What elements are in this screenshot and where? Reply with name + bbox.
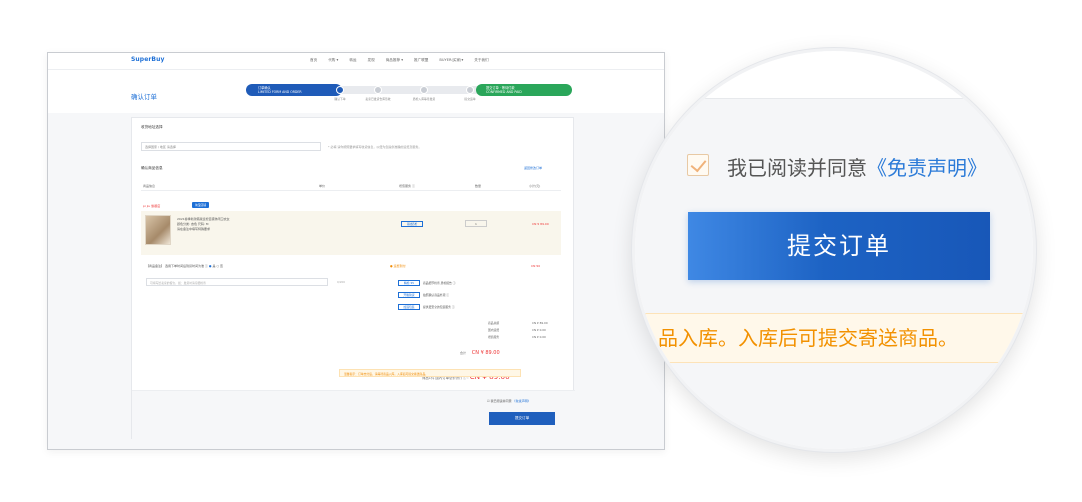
item-price: CN ¥ 89.00	[532, 222, 549, 226]
step-dot	[466, 86, 474, 94]
nav-item[interactable]: 首页	[310, 58, 317, 63]
order-footer: ☑ 我已阅读并同意 《免责声明》 提交订单	[132, 390, 575, 440]
progress-steps: 订单确认 LIMITED FORM AND ORDER 提交订单 · 等待付款 …	[246, 82, 572, 101]
step-done-sub: CONFIRMED AND PAID	[486, 90, 522, 94]
col-header: 商品信息	[143, 184, 156, 188]
nav-item[interactable]: 推广联盟	[414, 58, 428, 63]
country-select[interactable]: 选择国家 / 地区 请选择	[141, 142, 321, 151]
magnifier-circle: 我已阅读并同意《免责声明》 提交订单 品入库。入库后可提交寄送商品。	[632, 48, 1036, 452]
summary-label: 商品总额	[488, 321, 500, 325]
step-dot	[336, 86, 344, 94]
product-table-header: 商品信息 单价 增值服务 ⓘ 数量 小计(元)	[141, 183, 561, 191]
product-thumbnail[interactable]	[145, 215, 171, 245]
service-text: 提供更安全的包装服务 ⓘ	[423, 305, 455, 309]
delivery-hint: * 必填 请你按照要求填写收货信息，以便为您提供准确的运费及服务。	[328, 145, 422, 149]
remark-input[interactable]: 可填写给卖家的留言，如：发货时请仔细检查	[146, 278, 328, 286]
step-dot	[374, 86, 382, 94]
service-text: 商品细节检查 质检报告 ⓘ	[423, 281, 456, 285]
submit-order-button-small[interactable]: 提交订单	[489, 412, 555, 425]
site-logo[interactable]: SuperBuy	[131, 56, 164, 63]
summary-value: CN ¥ 89.00	[532, 321, 548, 325]
subtotal-label: 合计	[460, 351, 467, 355]
service-box[interactable]: 开箱验货	[398, 292, 420, 298]
subtotal: 合计 CN ¥ 89.00	[460, 350, 500, 356]
step-active: 订单确认 LIMITED FORM AND ORDER	[246, 84, 342, 96]
nav-item[interactable]: 发现	[368, 58, 375, 63]
summary-value: CN ¥ 0.00	[532, 335, 546, 339]
order-panel: 收货地址选择 选择国家 / 地区 请选择 * 必填 请你按照要求填写收货信息，以…	[131, 117, 575, 440]
warning-banner-small: 温馨提示：订单支付后，请等待商品入库。入库后可提交寄送商品。	[339, 369, 521, 377]
step-label: 质检入库等待发货	[412, 97, 436, 101]
title-bar: 确认订单 订单确认 LIMITED FORM AND ORDER 提交订单 · …	[48, 70, 664, 113]
col-header: 小计(元)	[529, 184, 541, 188]
step-label: 确认下单	[334, 97, 346, 101]
service-option[interactable]: 加固包装 提供更安全的包装服务 ⓘ	[398, 304, 455, 310]
nav-item[interactable]: 代购 ▾	[328, 58, 338, 63]
store-name[interactable]: pi jiu 旗舰店	[143, 204, 160, 208]
service-option[interactable]: 开箱验货 拍照确认商品外观 ⓘ	[398, 292, 449, 298]
col-header: 单价	[319, 184, 326, 188]
disclaimer-link[interactable]: 《免责声明》	[867, 156, 987, 180]
main-nav: 首页 代购 ▾ 转运 发现 商品推荐 ▾ 推广联盟 BUYER(买家)▾ 关于我…	[310, 58, 489, 63]
step-dot	[420, 86, 428, 94]
shipping-fee: CN ¥0	[531, 264, 541, 268]
magnified-area: 我已阅读并同意《免责声明》 提交订单 品入库。入库后可提交寄送商品。	[635, 51, 1033, 449]
agree-text: 我已阅读并同意	[727, 156, 867, 180]
step-label: 卖家已发货仓库签收	[365, 97, 391, 101]
top-navbar: SuperBuy 首页 代购 ▾ 转运 发现 商品推荐 ▾ 推广联盟 BUYER…	[48, 53, 664, 70]
product-section-title: 确认商品信息	[141, 166, 163, 170]
magnified-panel-edge	[635, 51, 1033, 99]
page-title: 确认订单	[131, 93, 157, 101]
step-active-sub: LIMITED FORM AND ORDER	[258, 90, 302, 94]
agree-text-small: 我已阅读并同意	[490, 399, 512, 403]
store-tag: 淘宝店铺	[192, 202, 209, 208]
package-no[interactable]: 否	[220, 264, 223, 268]
nav-item[interactable]: 关于我们	[474, 58, 488, 63]
warning-banner: 品入库。入库后可提交寄送商品。	[645, 313, 1033, 363]
shipping-note: ● 运费到付	[390, 264, 406, 268]
summary-value: CN ¥ 0.00	[532, 328, 546, 332]
delivery-section-title: 收货地址选择	[141, 125, 163, 129]
step-label: 提交运单	[464, 97, 476, 101]
remark-counter: 0/200	[337, 280, 346, 284]
package-option: 【商品备注】 选用下单时间后到货时间为准 ⓘ ● 是 ○ 否	[146, 264, 223, 268]
service-box[interactable]: 精检 ¥5	[398, 280, 420, 286]
service-tag[interactable]: 基础质检	[401, 221, 423, 227]
service-box[interactable]: 加固包装	[398, 304, 420, 310]
service-option[interactable]: 精检 ¥5 商品细节检查 质检报告 ⓘ	[398, 280, 456, 286]
step-done: 提交订单 · 等待付款 CONFIRMED AND PAID	[476, 84, 572, 96]
service-text: 拍照确认商品外观 ⓘ	[423, 293, 450, 297]
product-info: 2021春季新款韩版宽松百搭休闲卫衣女 颜色分类: 杏色 尺码: M 请在备注中…	[177, 217, 230, 232]
table-row: 2021春季新款韩版宽松百搭休闲卫衣女 颜色分类: 杏色 尺码: M 请在备注中…	[141, 211, 561, 255]
disclaimer-link-small[interactable]: 《免责声明》	[513, 399, 531, 403]
order-page-thumbnail: SuperBuy 首页 代购 ▾ 转运 发现 商品推荐 ▾ 推广联盟 BUYER…	[47, 52, 665, 450]
col-header: 增值服务 ⓘ	[399, 184, 415, 188]
nav-item[interactable]: BUYER(买家)▾	[439, 58, 463, 63]
agree-row[interactable]: 我已阅读并同意《免责声明》	[727, 152, 987, 181]
submit-order-button[interactable]: 提交订单	[688, 212, 990, 280]
agree-checkbox[interactable]	[687, 154, 709, 176]
subtotal-value: CN ¥ 89.00	[471, 350, 500, 356]
nav-item[interactable]: 转运	[349, 58, 356, 63]
summary-label: 增值服务	[488, 335, 500, 339]
col-header: 数量	[475, 184, 482, 188]
agree-row-small[interactable]: ☑ 我已阅读并同意 《免责声明》	[487, 399, 531, 403]
product-note: 请在备注中填写特殊要求	[177, 227, 211, 231]
quantity-stepper[interactable]: 1	[465, 220, 487, 227]
edit-order-link[interactable]: 返回修改订单	[524, 166, 542, 170]
package-label: 【商品备注】 选用下单时间后到货时间为准 ⓘ	[146, 264, 208, 268]
summary-label: 国内运费	[488, 328, 500, 332]
nav-item[interactable]: 商品推荐 ▾	[386, 58, 403, 63]
